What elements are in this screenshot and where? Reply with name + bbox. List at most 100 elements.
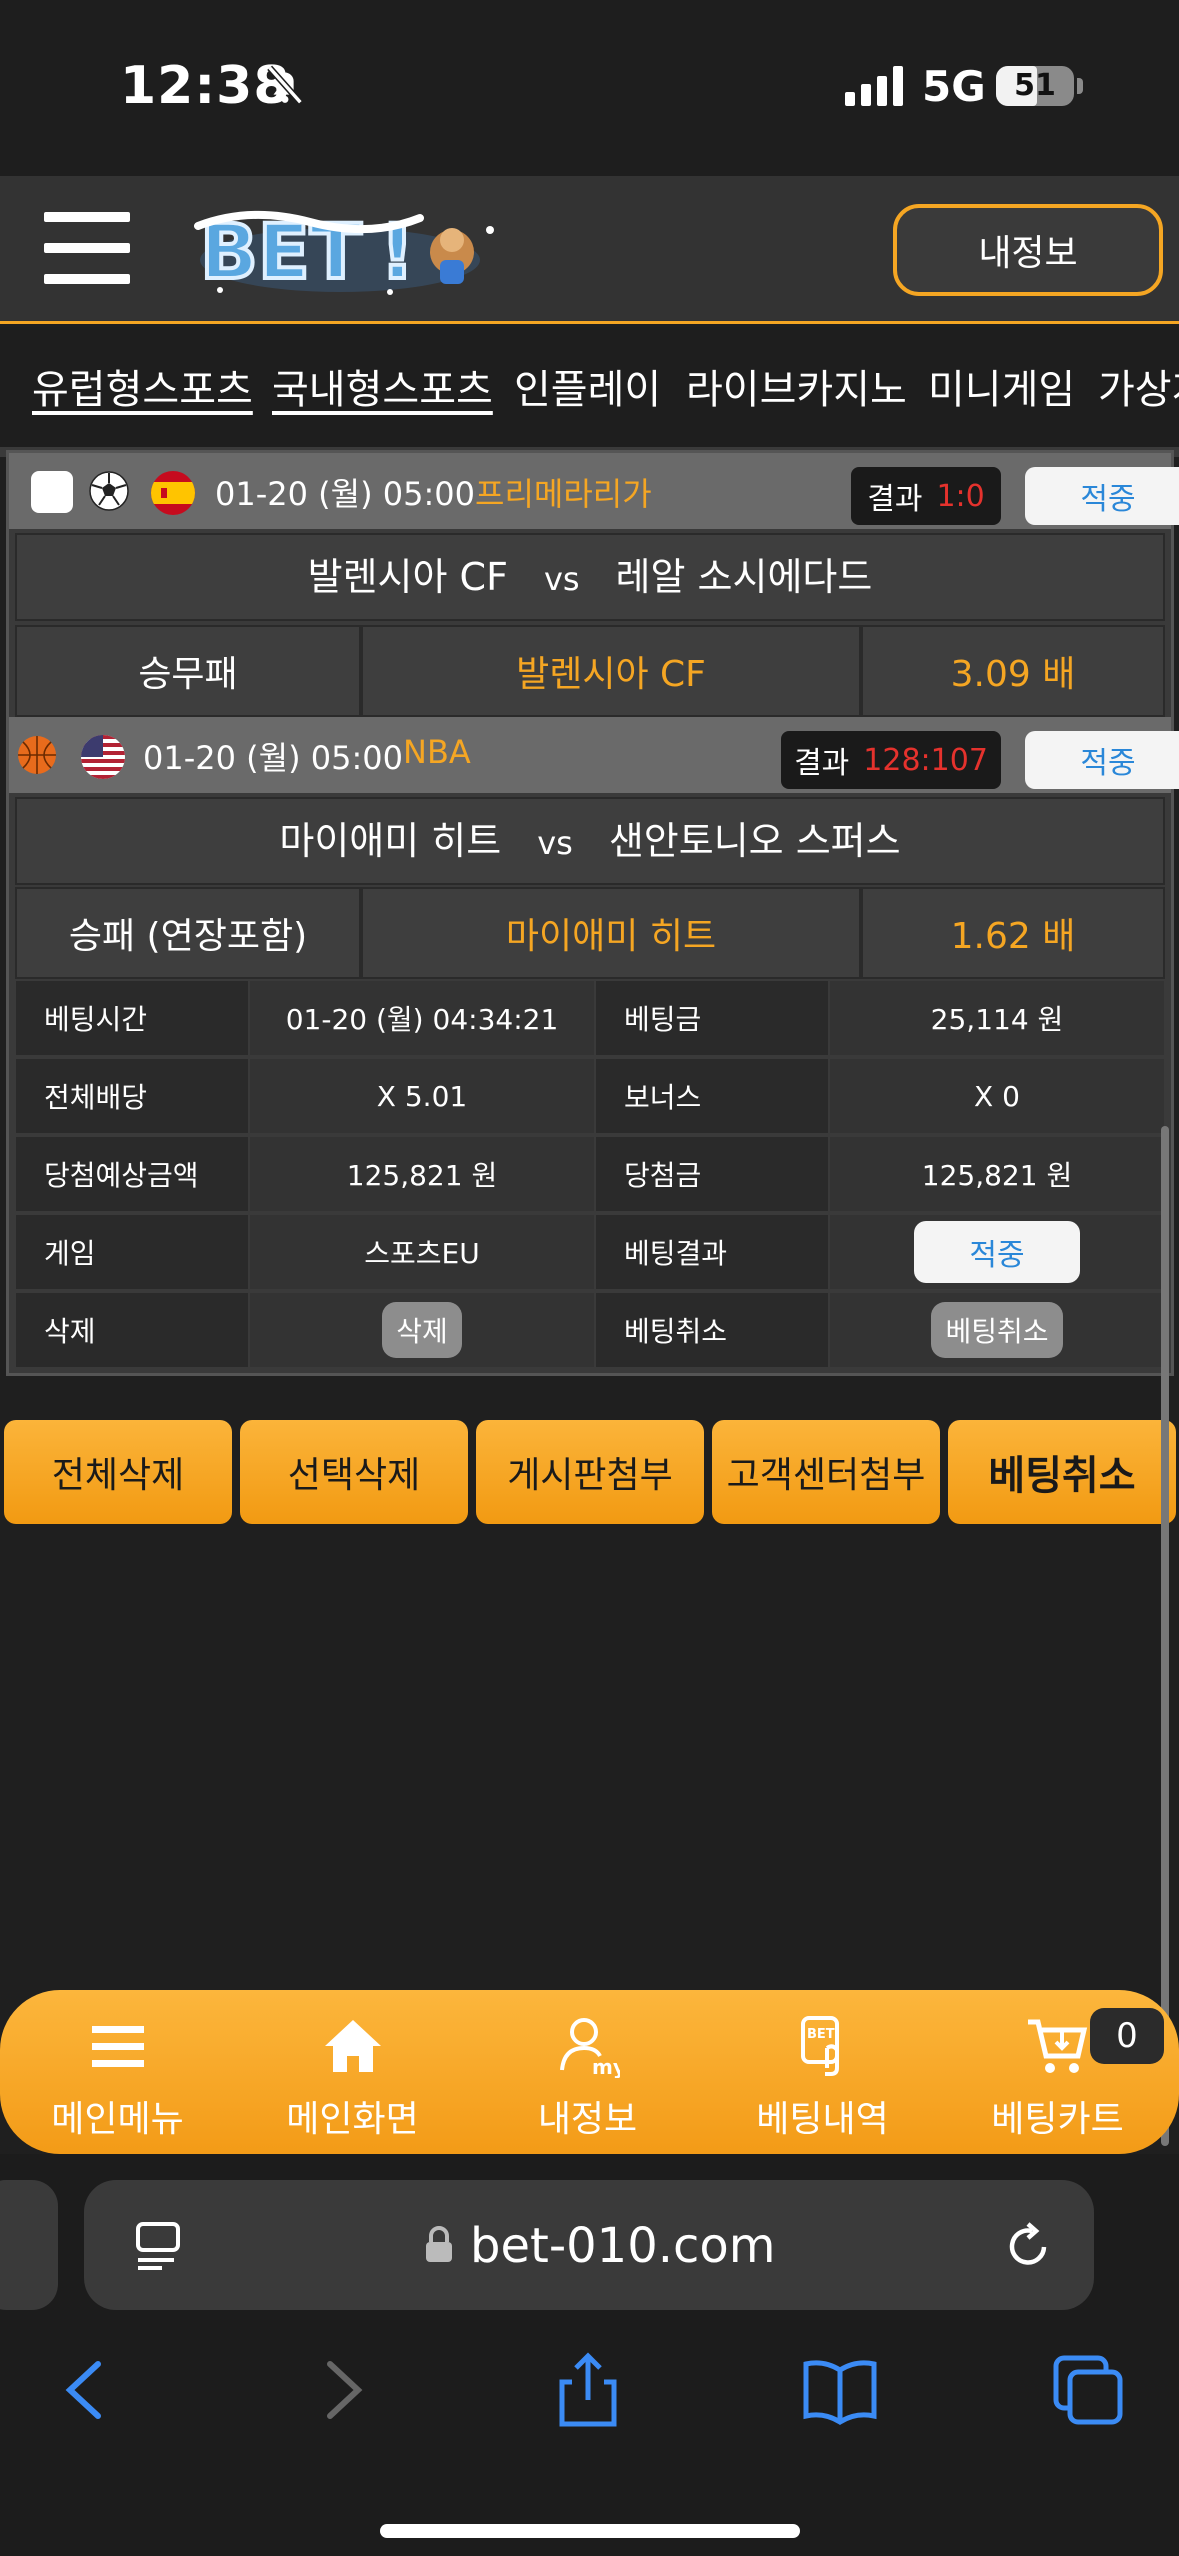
bet-time-value: 01-20 (월) 04:34:21 xyxy=(249,980,595,1056)
nav-label: 메인메뉴 xyxy=(51,2099,184,2140)
action-bar: 전체삭제 선택삭제 게시판첨부 고객센터첨부 베팅취소 xyxy=(0,1420,1179,1526)
url-text[interactable]: bet-010.com xyxy=(470,2218,776,2274)
usa-flag-icon xyxy=(81,735,125,779)
nav-main-menu[interactable]: 메인메뉴 xyxy=(0,1990,235,2154)
home-team: 발렌시아 CF xyxy=(307,555,508,599)
market-type: 승패 (연장포함) xyxy=(15,887,361,979)
category-inplay[interactable]: 인플레이 xyxy=(514,357,661,415)
nav-label: 베팅카트 xyxy=(991,2099,1124,2140)
league-name: NBA xyxy=(403,733,471,771)
bonus-label: 보너스 xyxy=(595,1058,829,1134)
delete-label: 삭제 xyxy=(15,1292,249,1368)
cancel-bet-all-button[interactable]: 베팅취소 xyxy=(948,1420,1176,1524)
bookmarks-icon[interactable] xyxy=(800,2350,880,2430)
nav-label: 내정보 xyxy=(537,2099,638,2140)
hamburger-menu-icon[interactable] xyxy=(44,212,130,284)
total-odds-label: 전체배당 xyxy=(15,1058,249,1134)
browser-toolbar: bet-010.com xyxy=(0,2154,1179,2556)
battery-level: 51 xyxy=(1014,68,1056,103)
pick-odds: 3.09 배 xyxy=(861,625,1165,717)
site-header: BET ! 내정보 xyxy=(0,176,1179,324)
bet-details-table: 베팅시간 01-20 (월) 04:34:21 베팅금 25,114 원 전체배… xyxy=(15,980,1165,1370)
bet-result-label: 베팅결과 xyxy=(595,1214,829,1290)
result-badge: 결과 128:107 xyxy=(781,731,1001,789)
category-virtual-game[interactable]: 가상게 xyxy=(1098,357,1179,415)
nav-bet-history[interactable]: BET 베팅내역 xyxy=(705,1990,940,2154)
basketball-icon xyxy=(18,736,56,774)
category-domestic-sports[interactable]: 국내형스포츠 xyxy=(272,357,493,415)
attach-board-button[interactable]: 게시판첨부 xyxy=(476,1420,704,1524)
result-label: 결과 xyxy=(794,746,850,781)
svg-text:my: my xyxy=(592,2055,620,2078)
battery-icon: 51 xyxy=(996,66,1074,106)
my-info-button[interactable]: 내정보 xyxy=(893,204,1163,296)
cancel-bet-button[interactable]: 베팅취소 xyxy=(931,1302,1063,1358)
bet-time-label: 베팅시간 xyxy=(15,980,249,1056)
reload-icon[interactable] xyxy=(1002,2220,1056,2274)
svg-text:BET: BET xyxy=(807,2027,835,2042)
delete-button[interactable]: 삭제 xyxy=(382,1302,462,1358)
expected-win-value: 125,821 원 xyxy=(249,1136,595,1212)
spain-flag-icon xyxy=(151,471,195,515)
select-checkbox[interactable] xyxy=(31,471,73,513)
match-row: 마이애미 히트 vs 샌안토니오 스퍼스 xyxy=(15,797,1165,885)
bet-slip-card: 01-20 (월) 05:00 프리메라리가 결과 1:0 적중 발렌시아 CF… xyxy=(6,450,1179,1376)
league-name: 프리메라리가 xyxy=(475,475,652,513)
game-value: 스포츠EU xyxy=(249,1214,595,1290)
cancel-bet-cell: 베팅취소 xyxy=(829,1292,1165,1368)
back-icon[interactable] xyxy=(48,2350,128,2430)
nav-home[interactable]: 메인화면 xyxy=(235,1990,470,2154)
result-label: 결과 xyxy=(867,482,923,517)
category-mini-game[interactable]: 미니게임 xyxy=(928,357,1075,415)
delete-all-button[interactable]: 전체삭제 xyxy=(4,1420,232,1524)
silent-bell-icon xyxy=(267,65,303,105)
hit-status-button[interactable]: 적중 xyxy=(1025,731,1179,789)
expected-win-label: 당첨예상금액 xyxy=(15,1136,249,1212)
attach-support-button[interactable]: 고객센터첨부 xyxy=(712,1420,940,1524)
lock-icon xyxy=(426,2226,452,2262)
soccer-ball-icon xyxy=(89,471,129,511)
pick-odds: 1.62 배 xyxy=(861,887,1165,979)
game-header: 01-20 (월) 05:00 NBA 결과 128:107 적중 xyxy=(9,717,1179,793)
result-score: 128:107 xyxy=(863,742,988,778)
delete-selected-button[interactable]: 선택삭제 xyxy=(240,1420,468,1524)
nav-label: 메인화면 xyxy=(286,2099,419,2140)
result-score: 1:0 xyxy=(936,478,985,514)
my-icon: my xyxy=(560,2018,620,2078)
tabs-icon[interactable] xyxy=(1048,2350,1128,2430)
previous-tab-peek[interactable] xyxy=(0,2180,58,2310)
won-amount-value: 125,821 원 xyxy=(829,1136,1165,1212)
forward-icon[interactable] xyxy=(300,2350,380,2430)
market-type: 승무패 xyxy=(15,625,361,717)
category-euro-sports[interactable]: 유럽형스포츠 xyxy=(32,357,253,415)
signal-icon xyxy=(845,66,903,106)
bet-amount-label: 베팅금 xyxy=(595,980,829,1056)
bet-result-button[interactable]: 적중 xyxy=(914,1221,1080,1283)
network-type: 5G xyxy=(922,62,986,111)
bottom-nav: 메인메뉴 메인화면 my 내정보 BET 베팅내역 베팅카트 0 xyxy=(0,1990,1179,2154)
bet-history-icon: BET xyxy=(801,2016,839,2076)
nav-label: 베팅내역 xyxy=(756,2099,889,2140)
game-header: 01-20 (월) 05:00 프리메라리가 결과 1:0 적중 xyxy=(9,453,1179,529)
status-bar: 12:38 5G 51 xyxy=(0,0,1179,176)
page-menu-icon[interactable] xyxy=(134,2220,182,2272)
nav-my-info[interactable]: my 내정보 xyxy=(470,1990,705,2154)
site-logo[interactable]: BET ! xyxy=(190,200,510,300)
home-indicator[interactable] xyxy=(380,2524,800,2538)
won-amount-label: 당첨금 xyxy=(595,1136,829,1212)
match-row: 발렌시아 CF vs 레알 소시에다드 xyxy=(15,533,1165,621)
game-label: 게임 xyxy=(15,1214,249,1290)
game-datetime: 01-20 (월) 05:00 xyxy=(143,739,403,777)
cart-icon xyxy=(1028,2019,1088,2073)
vs-label: vs xyxy=(543,560,580,598)
bet-result-cell: 적중 xyxy=(829,1214,1165,1290)
bet-amount-value: 25,114 원 xyxy=(829,980,1165,1056)
home-team: 마이애미 히트 xyxy=(279,819,502,863)
share-icon[interactable] xyxy=(548,2350,628,2430)
away-team: 샌안토니오 스퍼스 xyxy=(608,819,901,863)
address-bar[interactable]: bet-010.com xyxy=(84,2180,1094,2310)
category-live-casino[interactable]: 라이브카지노 xyxy=(686,357,907,415)
cancel-bet-label: 베팅취소 xyxy=(595,1292,829,1368)
picked-selection: 마이애미 히트 xyxy=(361,887,861,979)
hit-status-button[interactable]: 적중 xyxy=(1025,467,1179,525)
